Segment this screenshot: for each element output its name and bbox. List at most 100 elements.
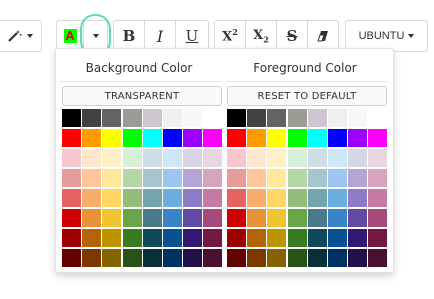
foreground-color-swatch[interactable] xyxy=(368,109,388,127)
foreground-color-swatch[interactable] xyxy=(267,189,287,207)
background-color-swatch[interactable] xyxy=(163,129,182,147)
foreground-color-swatch[interactable] xyxy=(267,129,287,147)
background-color-swatch[interactable] xyxy=(62,209,81,227)
background-color-swatch[interactable] xyxy=(62,249,81,267)
background-color-swatch[interactable] xyxy=(203,149,223,167)
background-color-swatch[interactable] xyxy=(82,149,102,167)
foreground-color-swatch[interactable] xyxy=(227,149,246,167)
background-color-swatch[interactable] xyxy=(102,189,122,207)
foreground-color-swatch[interactable] xyxy=(307,169,327,187)
background-color-swatch[interactable] xyxy=(142,209,162,227)
foreground-color-swatch[interactable] xyxy=(227,109,246,127)
foreground-color-swatch[interactable] xyxy=(368,189,388,207)
foreground-color-swatch[interactable] xyxy=(368,249,388,267)
foreground-color-swatch[interactable] xyxy=(227,229,246,247)
background-color-swatch[interactable] xyxy=(203,109,223,127)
background-color-swatch[interactable] xyxy=(183,169,203,187)
background-color-swatch[interactable] xyxy=(102,209,122,227)
background-color-swatch[interactable] xyxy=(62,229,81,247)
foreground-color-swatch[interactable] xyxy=(287,209,307,227)
foreground-color-swatch[interactable] xyxy=(227,169,246,187)
background-color-swatch[interactable] xyxy=(203,129,223,147)
foreground-color-swatch[interactable] xyxy=(267,169,287,187)
foreground-color-swatch[interactable] xyxy=(328,229,347,247)
foreground-color-swatch[interactable] xyxy=(307,149,327,167)
background-color-swatch[interactable] xyxy=(183,249,203,267)
background-color-swatch[interactable] xyxy=(62,149,81,167)
background-color-swatch[interactable] xyxy=(142,109,162,127)
foreground-color-swatch[interactable] xyxy=(247,189,267,207)
foreground-color-swatch[interactable] xyxy=(368,149,388,167)
background-color-swatch[interactable] xyxy=(163,229,182,247)
background-color-swatch[interactable] xyxy=(122,249,142,267)
foreground-color-swatch[interactable] xyxy=(267,149,287,167)
foreground-color-swatch[interactable] xyxy=(348,249,368,267)
background-color-swatch[interactable] xyxy=(142,129,162,147)
background-color-swatch[interactable] xyxy=(142,229,162,247)
background-color-swatch[interactable] xyxy=(82,209,102,227)
foreground-color-swatch[interactable] xyxy=(368,229,388,247)
background-color-swatch[interactable] xyxy=(122,149,142,167)
foreground-color-swatch[interactable] xyxy=(287,169,307,187)
background-color-swatch[interactable] xyxy=(183,129,203,147)
foreground-color-swatch[interactable] xyxy=(307,189,327,207)
foreground-color-swatch[interactable] xyxy=(348,189,368,207)
background-color-swatch[interactable] xyxy=(183,189,203,207)
foreground-color-swatch[interactable] xyxy=(307,109,327,127)
foreground-color-swatch[interactable] xyxy=(247,209,267,227)
background-color-swatch[interactable] xyxy=(163,149,182,167)
foreground-color-swatch[interactable] xyxy=(368,209,388,227)
foreground-color-swatch[interactable] xyxy=(247,229,267,247)
background-color-swatch[interactable] xyxy=(82,249,102,267)
foreground-color-swatch[interactable] xyxy=(287,109,307,127)
foreground-color-swatch[interactable] xyxy=(307,249,327,267)
background-color-swatch[interactable] xyxy=(183,229,203,247)
foreground-color-swatch[interactable] xyxy=(328,209,347,227)
background-color-swatch[interactable] xyxy=(163,249,182,267)
background-color-swatch[interactable] xyxy=(142,249,162,267)
foreground-color-swatch[interactable] xyxy=(247,169,267,187)
foreground-color-swatch[interactable] xyxy=(247,109,267,127)
background-color-swatch[interactable] xyxy=(183,209,203,227)
foreground-color-swatch[interactable] xyxy=(247,129,267,147)
foreground-color-swatch[interactable] xyxy=(287,129,307,147)
foreground-color-swatch[interactable] xyxy=(307,229,327,247)
foreground-color-swatch[interactable] xyxy=(348,149,368,167)
foreground-color-swatch[interactable] xyxy=(348,209,368,227)
foreground-color-swatch[interactable] xyxy=(328,189,347,207)
background-color-swatch[interactable] xyxy=(142,169,162,187)
background-color-swatch[interactable] xyxy=(203,189,223,207)
background-color-swatch[interactable] xyxy=(62,169,81,187)
background-color-swatch[interactable] xyxy=(82,229,102,247)
background-color-swatch[interactable] xyxy=(163,189,182,207)
foreground-color-swatch[interactable] xyxy=(307,209,327,227)
background-color-swatch[interactable] xyxy=(122,129,142,147)
foreground-color-swatch[interactable] xyxy=(328,129,347,147)
background-color-swatch[interactable] xyxy=(142,189,162,207)
background-color-swatch[interactable] xyxy=(82,189,102,207)
background-color-swatch[interactable] xyxy=(122,209,142,227)
foreground-color-swatch[interactable] xyxy=(328,249,347,267)
background-color-swatch[interactable] xyxy=(122,169,142,187)
transparent-button[interactable]: TRANSPARENT xyxy=(62,86,222,106)
foreground-color-swatch[interactable] xyxy=(307,129,327,147)
background-color-swatch[interactable] xyxy=(82,169,102,187)
background-color-swatch[interactable] xyxy=(102,169,122,187)
foreground-color-swatch[interactable] xyxy=(267,109,287,127)
foreground-color-swatch[interactable] xyxy=(328,169,347,187)
background-color-swatch[interactable] xyxy=(122,109,142,127)
foreground-color-swatch[interactable] xyxy=(267,229,287,247)
background-color-swatch[interactable] xyxy=(183,109,203,127)
foreground-color-swatch[interactable] xyxy=(368,129,388,147)
foreground-color-swatch[interactable] xyxy=(287,229,307,247)
foreground-color-swatch[interactable] xyxy=(328,109,347,127)
foreground-color-swatch[interactable] xyxy=(247,249,267,267)
background-color-swatch[interactable] xyxy=(203,249,223,267)
background-color-swatch[interactable] xyxy=(163,209,182,227)
background-color-swatch[interactable] xyxy=(102,129,122,147)
background-color-swatch[interactable] xyxy=(102,229,122,247)
background-color-swatch[interactable] xyxy=(62,189,81,207)
reset-default-button[interactable]: RESET TO DEFAULT xyxy=(227,86,387,106)
foreground-color-swatch[interactable] xyxy=(368,169,388,187)
background-color-swatch[interactable] xyxy=(102,249,122,267)
